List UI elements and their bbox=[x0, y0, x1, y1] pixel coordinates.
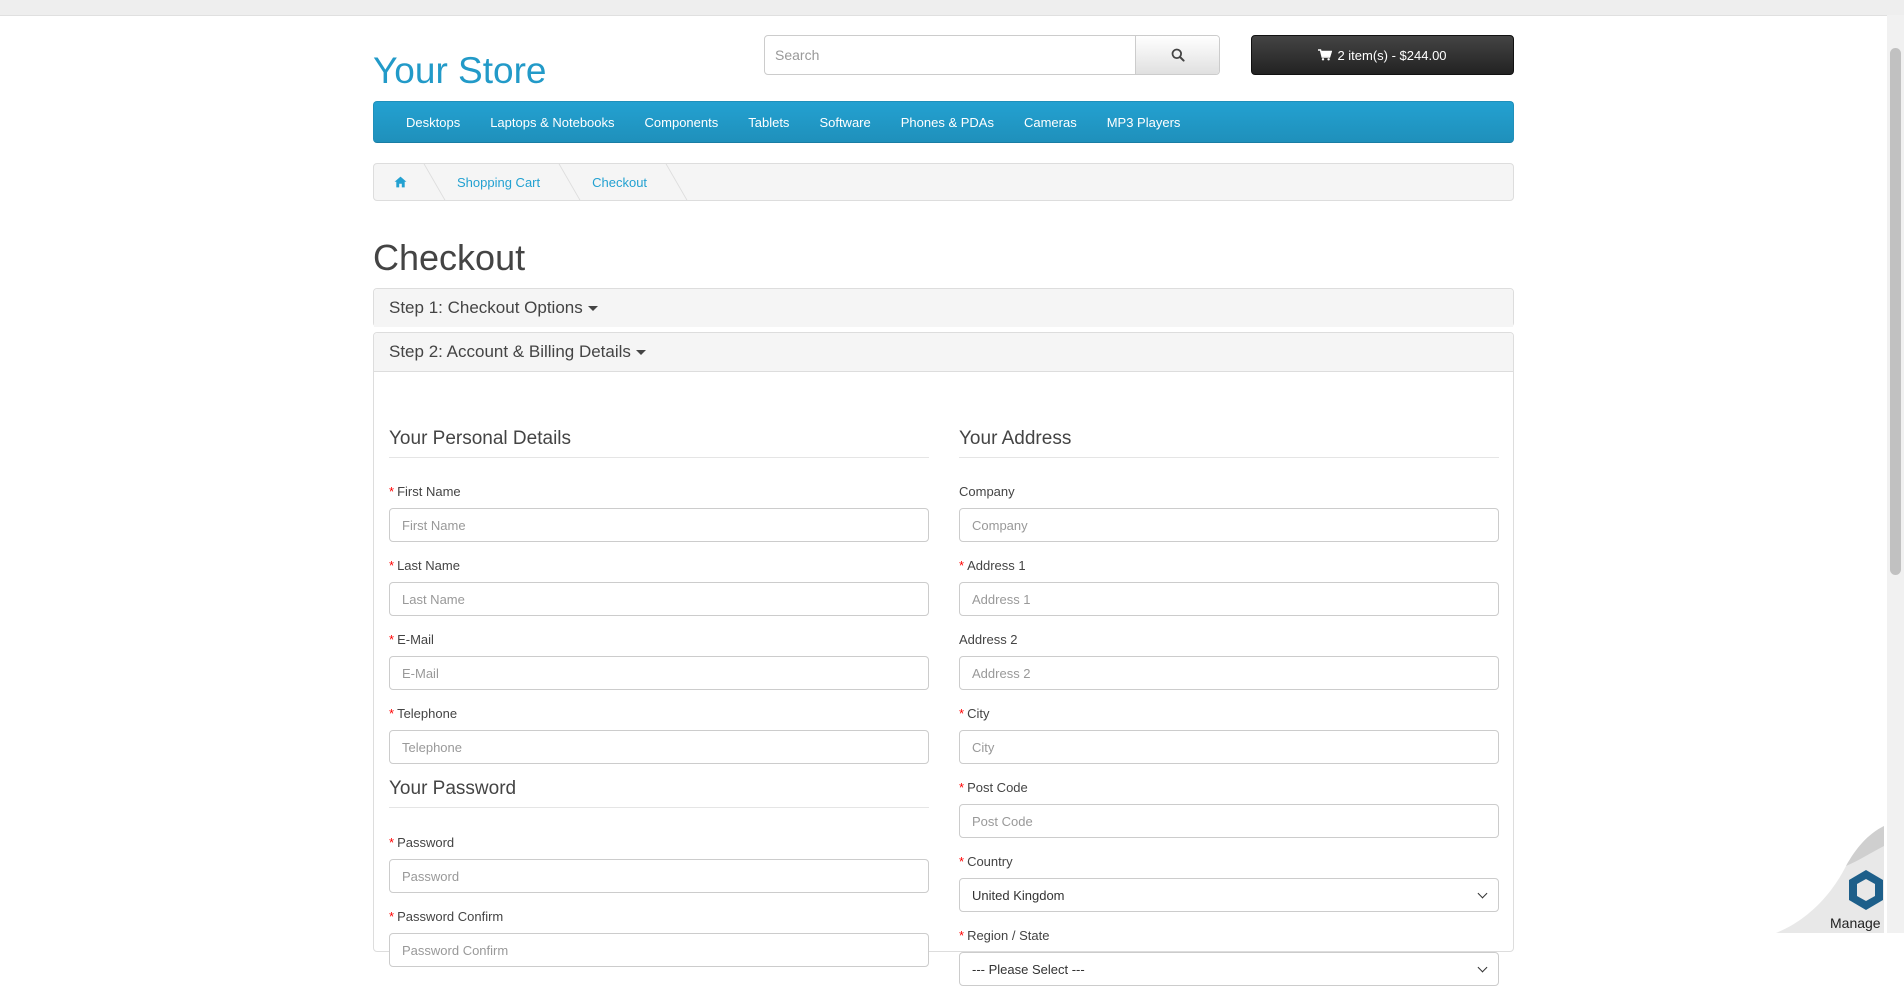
required-marker: * bbox=[959, 780, 965, 795]
menu-item-software[interactable]: Software bbox=[804, 115, 885, 130]
first-name-field[interactable] bbox=[389, 508, 929, 542]
country-select[interactable]: United Kingdom bbox=[959, 878, 1499, 912]
breadcrumb: Shopping Cart Checkout bbox=[373, 163, 1514, 201]
address-1-field[interactable] bbox=[959, 582, 1499, 616]
required-marker: * bbox=[959, 928, 965, 943]
menu-item-mp3-players[interactable]: MP3 Players bbox=[1092, 115, 1196, 130]
required-marker: * bbox=[389, 835, 395, 850]
category-menu: Desktops Laptops & Notebooks Components … bbox=[373, 101, 1514, 143]
browser-top-strip bbox=[0, 0, 1904, 16]
company-field[interactable] bbox=[959, 508, 1499, 542]
region-selected-value: --- Please Select --- bbox=[972, 961, 1085, 977]
step-1-title: Step 1: Checkout Options bbox=[389, 298, 583, 317]
required-marker: * bbox=[959, 706, 965, 721]
last-name-field[interactable] bbox=[389, 582, 929, 616]
telephone-field[interactable] bbox=[389, 730, 929, 764]
page-title: Checkout bbox=[373, 237, 526, 278]
required-marker: * bbox=[389, 632, 395, 647]
menu-item-components[interactable]: Components bbox=[630, 115, 734, 130]
country-selected-value: United Kingdom bbox=[972, 887, 1065, 903]
password-confirm-label: * Password Confirm bbox=[389, 909, 504, 924]
required-marker: * bbox=[389, 706, 395, 721]
step-1-panel: Step 1: Checkout Options bbox=[373, 288, 1514, 327]
telephone-label: * Telephone bbox=[389, 706, 458, 721]
password-label: * Password bbox=[389, 835, 455, 850]
password-field[interactable] bbox=[389, 859, 929, 893]
cart-total-label: 2 item(s) - $244.00 bbox=[1337, 47, 1447, 63]
search-group bbox=[764, 35, 1220, 75]
search-button[interactable] bbox=[1135, 36, 1219, 74]
shopping-cart-icon bbox=[1318, 49, 1333, 61]
manage-widget-label[interactable]: Manage bbox=[1830, 915, 1881, 931]
breadcrumb-home[interactable] bbox=[381, 164, 433, 200]
first-name-label: * First Name bbox=[389, 484, 461, 499]
required-marker: * bbox=[959, 854, 965, 869]
email-field[interactable] bbox=[389, 656, 929, 690]
scrollbar-thumb[interactable] bbox=[1890, 48, 1901, 575]
step-2-panel: Step 2: Account & Billing Details Your P… bbox=[373, 332, 1514, 986]
address-2-field[interactable] bbox=[959, 656, 1499, 690]
search-icon bbox=[1171, 48, 1185, 62]
step-2-toggle[interactable]: Step 2: Account & Billing Details bbox=[374, 333, 1513, 372]
step-2-title: Step 2: Account & Billing Details bbox=[389, 342, 631, 361]
post-code-label: * Post Code bbox=[959, 780, 1028, 795]
breadcrumb-shopping-cart[interactable]: Shopping Cart bbox=[433, 164, 568, 200]
address-legend: Your Address bbox=[959, 429, 1499, 458]
store-logo[interactable]: Your Store bbox=[373, 52, 546, 89]
region-label: * Region / State bbox=[959, 928, 1050, 943]
password-legend: Your Password bbox=[389, 779, 929, 808]
menu-item-desktops[interactable]: Desktops bbox=[391, 115, 475, 130]
cart-button[interactable]: 2 item(s) - $244.00 bbox=[1251, 35, 1514, 75]
page-container: Your Store 2 item(s) - $244.00 Desktops … bbox=[373, 15, 1514, 986]
menu-item-cameras[interactable]: Cameras bbox=[1009, 115, 1092, 130]
step-1-toggle[interactable]: Step 1: Checkout Options bbox=[374, 289, 1513, 327]
search-input[interactable] bbox=[765, 36, 1135, 74]
menu-item-laptops-notebooks[interactable]: Laptops & Notebooks bbox=[475, 115, 629, 130]
required-marker: * bbox=[389, 484, 395, 499]
last-name-label: * Last Name bbox=[389, 558, 460, 573]
address-2-label: Address 2 bbox=[959, 632, 1018, 647]
home-icon bbox=[394, 176, 407, 188]
required-marker: * bbox=[389, 909, 395, 924]
page-scrollbar[interactable] bbox=[1887, 15, 1904, 933]
post-code-field[interactable] bbox=[959, 804, 1499, 838]
city-label: * City bbox=[959, 706, 990, 721]
required-marker: * bbox=[389, 558, 395, 573]
city-field[interactable] bbox=[959, 730, 1499, 764]
menu-item-phones-pdas[interactable]: Phones & PDAs bbox=[886, 115, 1009, 130]
menu-item-tablets[interactable]: Tablets bbox=[733, 115, 804, 130]
caret-down-icon bbox=[635, 349, 646, 355]
personal-details-legend: Your Personal Details bbox=[389, 429, 929, 458]
chevron-down-icon bbox=[1477, 888, 1488, 898]
password-confirm-field[interactable] bbox=[389, 933, 929, 967]
required-marker: * bbox=[959, 558, 965, 573]
chevron-down-icon bbox=[1477, 962, 1488, 972]
breadcrumb-checkout[interactable]: Checkout bbox=[568, 164, 675, 200]
email-label: * E-Mail bbox=[389, 632, 434, 647]
country-label: * Country bbox=[959, 854, 1013, 869]
address-1-label: * Address 1 bbox=[959, 558, 1026, 573]
company-label: Company bbox=[959, 484, 1015, 499]
region-select[interactable]: --- Please Select --- bbox=[959, 952, 1499, 986]
caret-down-icon bbox=[587, 305, 598, 311]
